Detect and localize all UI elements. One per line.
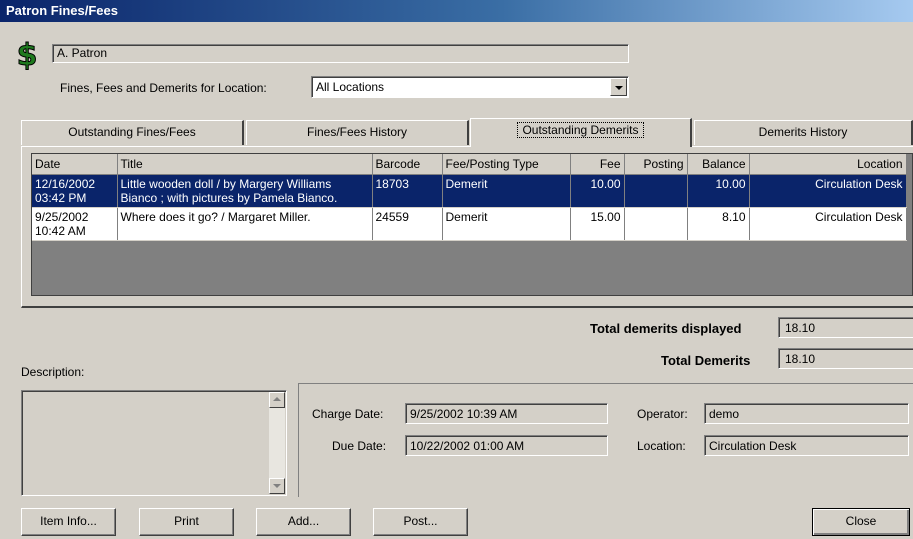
add-button[interactable]: Add... xyxy=(256,508,351,536)
cell-fee: 15.00 xyxy=(570,207,625,241)
cell-posting xyxy=(624,207,688,241)
tab-label: Outstanding Demerits xyxy=(517,122,644,138)
patron-name-field: A. Patron xyxy=(52,44,629,63)
location-filter-label: Fines, Fees and Demerits for Location: xyxy=(60,81,267,95)
column-header-type[interactable]: Fee/Posting Type xyxy=(442,154,571,175)
tab-demerits-history[interactable]: Demerits History xyxy=(694,120,913,145)
post-button[interactable]: Post... xyxy=(373,508,468,536)
print-button[interactable]: Print xyxy=(139,508,234,536)
cell-posting xyxy=(624,174,688,208)
cell-fee: 10.00 xyxy=(570,174,625,208)
cell-location: Circulation Desk xyxy=(749,174,907,208)
column-header-title[interactable]: Title xyxy=(117,154,373,175)
charge-date-label: Charge Date: xyxy=(312,407,384,421)
total-demerits-field: 18.10 xyxy=(778,348,913,369)
tab-label: Demerits History xyxy=(758,125,848,139)
cell-type: Demerit xyxy=(442,174,571,208)
description-box[interactable] xyxy=(21,390,287,496)
location-select-value: All Locations xyxy=(316,80,385,94)
column-header-balance[interactable]: Balance xyxy=(687,154,750,175)
table-row[interactable]: 9/25/2002 10:42 AM Where does it go? / M… xyxy=(32,207,907,241)
item-info-button[interactable]: Item Info... xyxy=(21,508,116,536)
operator-label: Operator: xyxy=(637,407,688,421)
cell-type: Demerit xyxy=(442,207,571,241)
tab-outstanding-fines[interactable]: Outstanding Fines/Fees xyxy=(21,120,244,145)
cell-balance: 10.00 xyxy=(687,174,750,208)
description-label: Description: xyxy=(21,365,85,379)
operator-field: demo xyxy=(704,403,909,424)
location-label: Location: xyxy=(637,439,686,453)
column-header-location[interactable]: Location xyxy=(749,154,907,175)
cell-title: Little wooden doll / by Margery Williams… xyxy=(117,174,373,208)
column-header-date[interactable]: Date xyxy=(32,154,118,175)
window-title: Patron Fines/Fees xyxy=(0,0,913,22)
scroll-up-icon[interactable] xyxy=(269,392,285,408)
column-header-fee[interactable]: Fee xyxy=(570,154,625,175)
due-date-label: Due Date: xyxy=(332,439,387,453)
total-demerits-label: Total Demerits xyxy=(661,353,751,368)
tab-outstanding-demerits[interactable]: Outstanding Demerits xyxy=(470,118,692,147)
column-header-barcode[interactable]: Barcode xyxy=(372,154,443,175)
scroll-down-icon[interactable] xyxy=(269,478,285,494)
chevron-down-icon[interactable] xyxy=(610,78,627,96)
total-displayed-field: 18.10 xyxy=(778,317,913,338)
cell-date: 12/16/2002 03:42 PM xyxy=(32,174,118,208)
cell-location: Circulation Desk xyxy=(749,207,907,241)
cell-title: Where does it go? / Margaret Miller. xyxy=(117,207,373,241)
charge-date-field: 9/25/2002 10:39 AM xyxy=(405,403,608,424)
cell-barcode: 24559 xyxy=(372,207,443,241)
tab-fines-history[interactable]: Fines/Fees History xyxy=(246,120,469,145)
due-date-field: 10/22/2002 01:00 AM xyxy=(405,435,608,456)
cell-barcode: 18703 xyxy=(372,174,443,208)
description-scrollbar[interactable] xyxy=(269,392,285,494)
dollar-icon: $ xyxy=(16,38,38,70)
tab-label: Outstanding Fines/Fees xyxy=(68,125,196,139)
total-displayed-label: Total demerits displayed xyxy=(590,321,742,336)
svg-text:$: $ xyxy=(17,38,38,70)
column-header-posting[interactable]: Posting xyxy=(624,154,688,175)
cell-date: 9/25/2002 10:42 AM xyxy=(32,207,118,241)
demerits-grid[interactable]: Date Title Barcode Fee/Posting Type Fee … xyxy=(31,153,913,296)
details-panel: Charge Date: 9/25/2002 10:39 AM Due Date… xyxy=(298,383,913,497)
location-field: Circulation Desk xyxy=(704,435,909,456)
location-select[interactable]: All Locations xyxy=(311,76,629,98)
tab-label: Fines/Fees History xyxy=(306,125,408,139)
table-row[interactable]: 12/16/2002 03:42 PM Little wooden doll /… xyxy=(32,174,907,208)
cell-balance: 8.10 xyxy=(687,207,750,241)
close-button[interactable]: Close xyxy=(812,508,910,536)
